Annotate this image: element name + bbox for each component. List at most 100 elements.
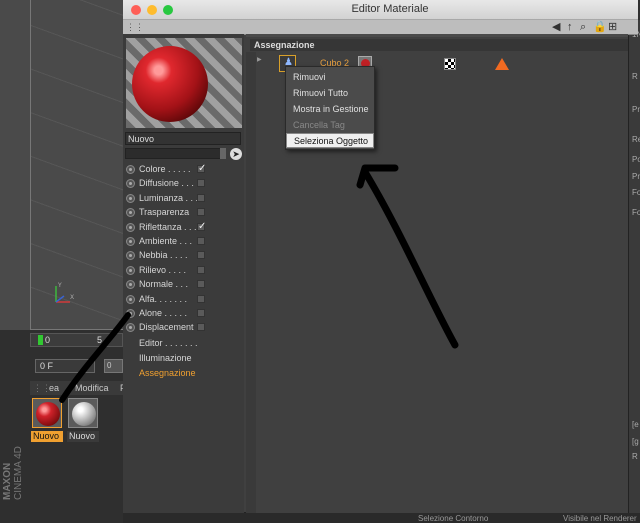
- material-label[interactable]: Nuovo: [67, 431, 99, 442]
- channel-label: Colore . . . . .: [139, 164, 191, 174]
- channel-row[interactable]: Alone . . . . .: [124, 307, 244, 321]
- new-window-icon[interactable]: ⊞: [608, 20, 617, 34]
- channel-radio-icon[interactable]: [126, 237, 135, 246]
- channel-radio-icon[interactable]: [126, 208, 135, 218]
- maxon-cinema4d-logo: MAXON CINEMA 4D: [2, 430, 28, 520]
- context-menu: Rimuovi Rimuovi Tutto Mostra in Gestione…: [285, 66, 375, 150]
- zoom-button[interactable]: [163, 5, 173, 15]
- channel-radio-icon[interactable]: [126, 265, 135, 275]
- material-subfield[interactable]: [125, 148, 226, 159]
- channel-label: Ambiente . . .: [139, 236, 193, 246]
- channel-checkbox[interactable]: [197, 237, 205, 245]
- channel-radio-icon[interactable]: [126, 193, 135, 203]
- channel-checkbox[interactable]: [197, 208, 205, 217]
- channel-row[interactable]: Colore . . . . . ✓: [124, 163, 244, 177]
- toolbar-icons: ◀ ↑ ⌕ 🔒 ⊞: [550, 20, 640, 34]
- channel-checkbox[interactable]: [197, 265, 205, 274]
- search-icon[interactable]: ⌕: [580, 20, 586, 34]
- material-name-field[interactable]: Nuovo: [125, 132, 241, 145]
- channel-label: Diffusione . . .: [139, 178, 194, 189]
- channel-radio-icon[interactable]: [126, 294, 135, 304]
- right-strip-label: Pr: [632, 172, 640, 181]
- texture-checker-icon[interactable]: [444, 58, 456, 70]
- pick-cursor-icon[interactable]: ➤: [230, 148, 242, 160]
- channel-radio-icon[interactable]: [126, 309, 135, 318]
- lock-icon[interactable]: 🔒: [593, 20, 607, 34]
- channel-label: Riflettanza . . .: [139, 221, 197, 232]
- right-strip-label: [g: [632, 437, 639, 446]
- menu-item-rimuovi[interactable]: Rimuovi: [286, 70, 374, 85]
- channel-row[interactable]: Nebbia . . . .: [124, 249, 244, 263]
- menu-modifica[interactable]: Modifica: [75, 381, 109, 395]
- warning-triangle-icon[interactable]: [495, 58, 509, 70]
- editor-link[interactable]: Editor . . . . . . .: [139, 338, 198, 348]
- channel-row[interactable]: Diffusione . . .: [124, 177, 244, 191]
- menu-item-mostra-in-gestione[interactable]: Mostra in Gestione: [286, 102, 374, 117]
- close-button[interactable]: [131, 5, 141, 15]
- channel-label: Luminanza . . .: [139, 192, 199, 203]
- channel-row[interactable]: Normale . . .: [124, 278, 244, 292]
- channel-checkbox[interactable]: [197, 179, 205, 188]
- assignment-gutter: [246, 52, 256, 513]
- menu-create[interactable]: ea: [49, 381, 59, 395]
- brand-maxon: MAXON: [2, 462, 13, 500]
- right-strip-label: R: [632, 72, 638, 81]
- expand-arrow-icon[interactable]: ▶: [257, 56, 262, 63]
- material-thumb-white[interactable]: [68, 398, 98, 428]
- assegnazione-link[interactable]: Assegnazione: [139, 368, 196, 378]
- channel-row[interactable]: Ambiente . . .: [124, 235, 244, 249]
- timeline[interactable]: [30, 333, 123, 347]
- channel-checkbox[interactable]: [197, 280, 205, 289]
- channel-row[interactable]: Alfa. . . . . . .: [124, 293, 244, 307]
- menu-item-seleziona-oggetto[interactable]: Seleziona Oggetto: [286, 133, 374, 148]
- menu-item-cancella-tag: Cancella Tag: [293, 120, 345, 130]
- channel-checkbox[interactable]: ✓: [197, 164, 206, 174]
- right-strip-label: Pr: [632, 105, 640, 114]
- channel-label: Nebbia . . . .: [139, 250, 188, 261]
- current-frame-field[interactable]: 0 F: [35, 359, 95, 373]
- channel-radio-icon[interactable]: [126, 165, 135, 174]
- preview-sphere: [132, 46, 208, 122]
- minimize-button[interactable]: [147, 5, 157, 15]
- up-arrow-icon[interactable]: ↑: [567, 20, 573, 34]
- channel-label: Displacement: [139, 322, 194, 333]
- right-strip-label: Fo: [632, 188, 640, 197]
- channel-radio-icon[interactable]: [126, 323, 135, 333]
- subfield-arrow-button[interactable]: [220, 148, 226, 159]
- bottom-text-left: Selezione Contorno: [418, 514, 489, 523]
- channel-checkbox[interactable]: [197, 294, 205, 303]
- right-strip-label: Re: [632, 135, 640, 144]
- menu-item-rimuovi-tutto[interactable]: Rimuovi Tutto: [286, 86, 374, 101]
- channel-checkbox[interactable]: [197, 323, 205, 332]
- channel-radio-icon[interactable]: [126, 251, 135, 261]
- frame-step-button[interactable]: 0: [104, 359, 123, 373]
- timeline-tick-label: 5: [97, 335, 103, 345]
- panel-top-border: [246, 34, 628, 37]
- channel-radio-icon[interactable]: [126, 179, 135, 189]
- assignment-header-label: Assegnazione: [254, 40, 315, 50]
- illuminazione-link[interactable]: Illuminazione: [139, 353, 192, 363]
- channel-checkbox[interactable]: ✓: [197, 221, 206, 231]
- material-sphere-red: [36, 402, 60, 426]
- back-arrow-icon[interactable]: ◀: [552, 20, 560, 34]
- channel-row[interactable]: Rilievo . . . .: [124, 264, 244, 278]
- channel-checkbox[interactable]: [197, 251, 205, 260]
- timeline-marker[interactable]: [38, 335, 43, 345]
- assignment-header: Assegnazione: [250, 39, 628, 51]
- timeline-start-label: 0: [45, 335, 51, 345]
- channel-checkbox[interactable]: [197, 193, 205, 202]
- channel-row[interactable]: Riflettanza . . . ✓: [124, 221, 244, 235]
- right-strip-label: Po: [632, 155, 640, 164]
- attribute-panel-edge: [628, 20, 640, 523]
- channel-row[interactable]: Luminanza . . .: [124, 192, 244, 206]
- svg-text:X: X: [70, 294, 74, 301]
- svg-text:Y: Y: [57, 282, 62, 289]
- channel-label: Rilievo . . . .: [139, 264, 187, 275]
- channel-radio-icon[interactable]: [126, 222, 135, 232]
- channel-radio-icon[interactable]: [126, 280, 135, 290]
- channel-row[interactable]: Displacement: [124, 321, 244, 335]
- channel-checkbox[interactable]: [197, 309, 205, 317]
- channel-row[interactable]: Trasparenza: [124, 206, 244, 220]
- material-label-selected[interactable]: Nuovo: [31, 431, 63, 442]
- material-thumb-red[interactable]: [32, 398, 62, 428]
